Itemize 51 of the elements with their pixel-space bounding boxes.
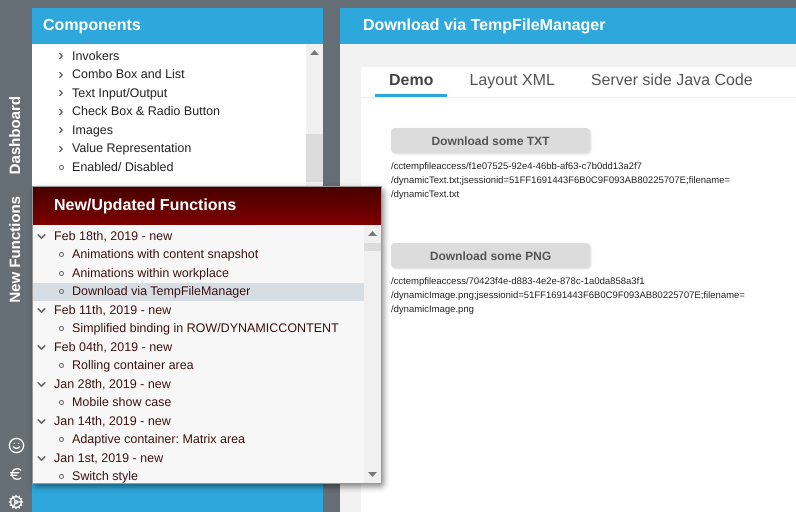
scroll-down-icon[interactable] (368, 472, 377, 477)
bullet-icon (59, 289, 64, 294)
euro-icon[interactable] (8, 466, 24, 482)
function-item[interactable]: Mobile show case (33, 394, 364, 412)
bullet-icon (59, 400, 64, 406)
function-item[interactable]: Adaptive container: Matrix area (33, 430, 364, 449)
bullet-icon (59, 252, 64, 258)
settings-icon[interactable] (8, 494, 24, 510)
bullet-icon (59, 474, 64, 480)
tree-item[interactable]: Value Representation (32, 140, 306, 158)
tab[interactable]: Server side Java Code (576, 67, 767, 97)
file-path: /cctempfileaccess/f1e07525-92e4-46bb-af63-c7b0dd13a2f7 /dynamicText.txt;jsessionid=51FF1691443F6B0C9F093AB80225707E;filename= /dynamicText.txt (391, 160, 732, 202)
tab[interactable]: Layout XML (455, 67, 569, 97)
rail-tab[interactable]: New Functions (4, 196, 28, 304)
date-group[interactable]: Jan 28th, 2019 - new (33, 375, 364, 394)
date-group[interactable]: Jan 14th, 2019 - new (33, 412, 364, 430)
file-path: /cctempfileaccess/70423f4e-d883-4e2e-878c-1a0da858a3f1 /dynamicImage.png;jsessionid=51FF1691443F6B0C9F093AB80225707E;filename= /dynamicImage.png (391, 275, 746, 317)
tree-item[interactable]: Images (32, 121, 306, 140)
rail-tab[interactable]: Dashboard (4, 96, 28, 174)
date-group[interactable]: Feb 11th, 2019 - new (33, 301, 364, 320)
tab[interactable]: Demo (375, 67, 448, 97)
bullet-icon (59, 437, 64, 442)
bullet-icon (59, 363, 64, 368)
scrollbar-thumb[interactable] (364, 243, 381, 251)
tree-item[interactable]: Invokers (32, 47, 306, 66)
popup-header: New/Updated Functions (33, 187, 381, 225)
tree-item[interactable]: Combo Box and List (32, 66, 306, 84)
scroll-up-icon[interactable] (310, 50, 319, 55)
function-item[interactable]: Animations within workplace (33, 264, 364, 282)
function-item[interactable]: Switch style (33, 468, 364, 486)
download-button[interactable]: Download some PNG (391, 243, 590, 268)
page-title: Download via TempFileManager (340, 8, 796, 44)
function-item[interactable]: Download via TempFileManager (33, 282, 364, 301)
tree-item[interactable]: Enabled/ Disabled (32, 158, 306, 176)
tree-item[interactable]: Text Input/Output (32, 84, 306, 102)
download-button[interactable]: Download some TXT (391, 128, 590, 153)
bullet-icon (58, 164, 64, 170)
scrollbar-thumb[interactable] (306, 134, 323, 182)
panel-header: Components (32, 8, 323, 44)
function-item[interactable]: Animations with content snapshot (33, 246, 364, 264)
bullet-icon (59, 270, 64, 276)
function-item[interactable]: Simplified binding in ROW/DYNAMICCONTENT (33, 320, 364, 338)
smiley-icon[interactable] (8, 437, 24, 454)
function-item[interactable]: Rolling container area (33, 356, 364, 375)
scrollbar[interactable] (364, 225, 381, 483)
date-group[interactable]: Feb 18th, 2019 - new (33, 227, 364, 246)
date-group[interactable]: Feb 04th, 2019 - new (33, 338, 364, 356)
scroll-up-icon[interactable] (368, 231, 377, 236)
bullet-icon (59, 326, 64, 332)
tree-item[interactable]: Check Box & Radio Button (32, 102, 306, 121)
date-group[interactable]: Jan 1st, 2019 - new (33, 449, 364, 468)
